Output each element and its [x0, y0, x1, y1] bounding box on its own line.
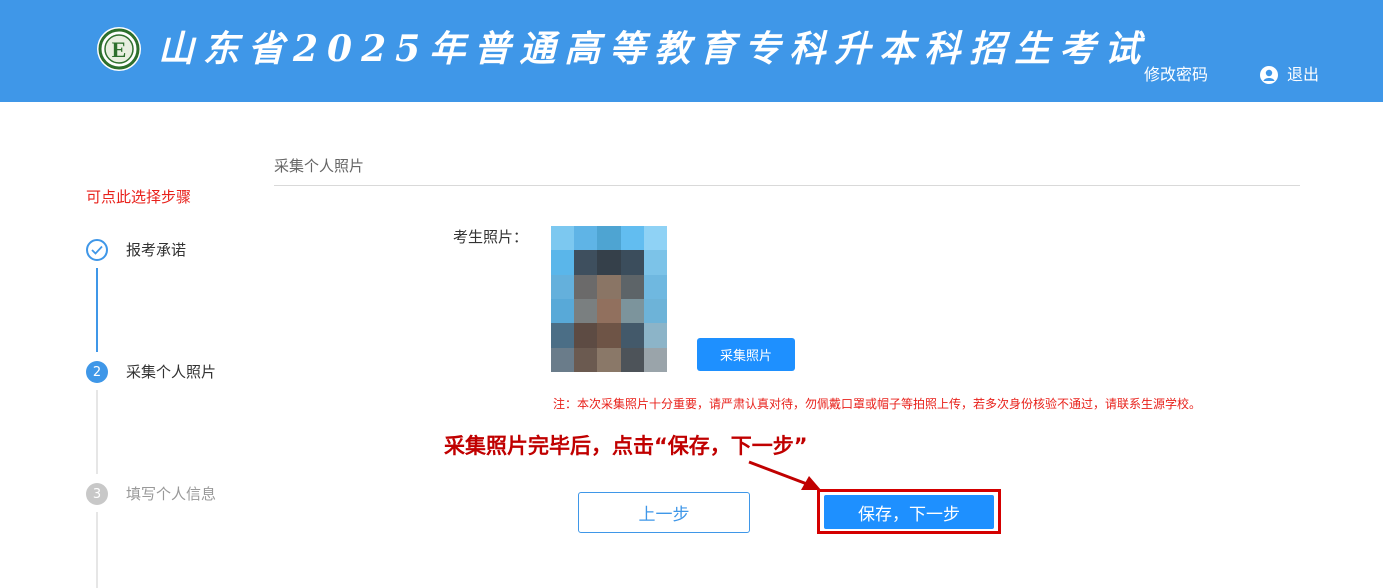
previous-step-button[interactable]: 上一步	[578, 492, 750, 533]
header-bar: E 山东省2025年普通高等教育专科升本科招生考试 修改密码 退出	[0, 0, 1383, 102]
step-number: 2	[86, 361, 108, 383]
photo-pixel	[643, 226, 667, 251]
logout-label: 退出	[1287, 65, 1320, 84]
photo-pixel	[551, 226, 575, 251]
photo-pixel	[643, 250, 667, 275]
arrow-icon	[748, 460, 821, 490]
photo-pixel	[597, 226, 621, 251]
photo-pixel	[574, 347, 598, 372]
photo-pixel	[574, 226, 598, 251]
photo-pixel	[551, 250, 575, 275]
step-item-commitment[interactable]: 报考承诺	[86, 239, 186, 261]
change-password-link[interactable]: 修改密码	[1144, 63, 1208, 87]
step-connector	[96, 268, 98, 352]
step-item-personal-info[interactable]: 3 填写个人信息	[86, 483, 216, 505]
step-label: 采集个人照片	[126, 363, 217, 381]
site-title: 山东省2025年普通高等教育专科升本科招生考试	[158, 28, 1150, 70]
step-connector	[96, 512, 98, 588]
photo-pixel	[597, 299, 621, 324]
school-emblem-logo: E	[97, 27, 141, 71]
logout-link[interactable]: 退出	[1260, 63, 1319, 87]
photo-pixel	[574, 250, 598, 275]
photo-pixel	[620, 299, 644, 324]
instruction-annotation: 采集照片完毕后，点击“保存，下一步”	[444, 434, 808, 458]
photo-pixel	[620, 347, 644, 372]
user-icon	[1260, 66, 1278, 84]
photo-pixel	[574, 299, 598, 324]
photo-pixel	[551, 323, 575, 348]
photo-pixel	[620, 250, 644, 275]
photo-pixel	[620, 323, 644, 348]
step-hint: 可点此选择步骤	[86, 188, 192, 206]
photo-pixel	[643, 274, 667, 299]
photo-pixel	[574, 274, 598, 299]
photo-note: 注：本次采集照片十分重要，请严肃认真对待，勿佩戴口罩或帽子等拍照上传，若多次身份…	[553, 397, 1202, 411]
photo-pixel	[620, 274, 644, 299]
photo-pixel	[597, 250, 621, 275]
save-next-button[interactable]: 保存，下一步	[824, 495, 994, 529]
step-item-photo[interactable]: 2 采集个人照片	[86, 361, 216, 383]
photo-pixel	[620, 226, 644, 251]
photo-pixel	[597, 347, 621, 372]
candidate-photo	[551, 226, 667, 372]
photo-pixel	[574, 323, 598, 348]
photo-pixel	[643, 299, 667, 324]
photo-pixel	[643, 323, 667, 348]
photo-pixel	[643, 347, 667, 372]
step-number: 3	[86, 483, 108, 505]
step-label: 报考承诺	[126, 241, 187, 259]
check-icon	[86, 239, 108, 261]
section-title: 采集个人照片	[274, 157, 365, 175]
step-label: 填写个人信息	[126, 485, 217, 503]
photo-pixel	[551, 299, 575, 324]
photo-pixel	[597, 323, 621, 348]
photo-pixel	[551, 347, 575, 372]
svg-text:E: E	[112, 37, 127, 62]
step-connector	[96, 390, 98, 474]
photo-label: 考生照片：	[453, 228, 529, 246]
photo-pixel	[597, 274, 621, 299]
photo-pixel	[551, 274, 575, 299]
section-divider	[274, 185, 1300, 186]
capture-photo-button[interactable]: 采集照片	[697, 338, 795, 371]
